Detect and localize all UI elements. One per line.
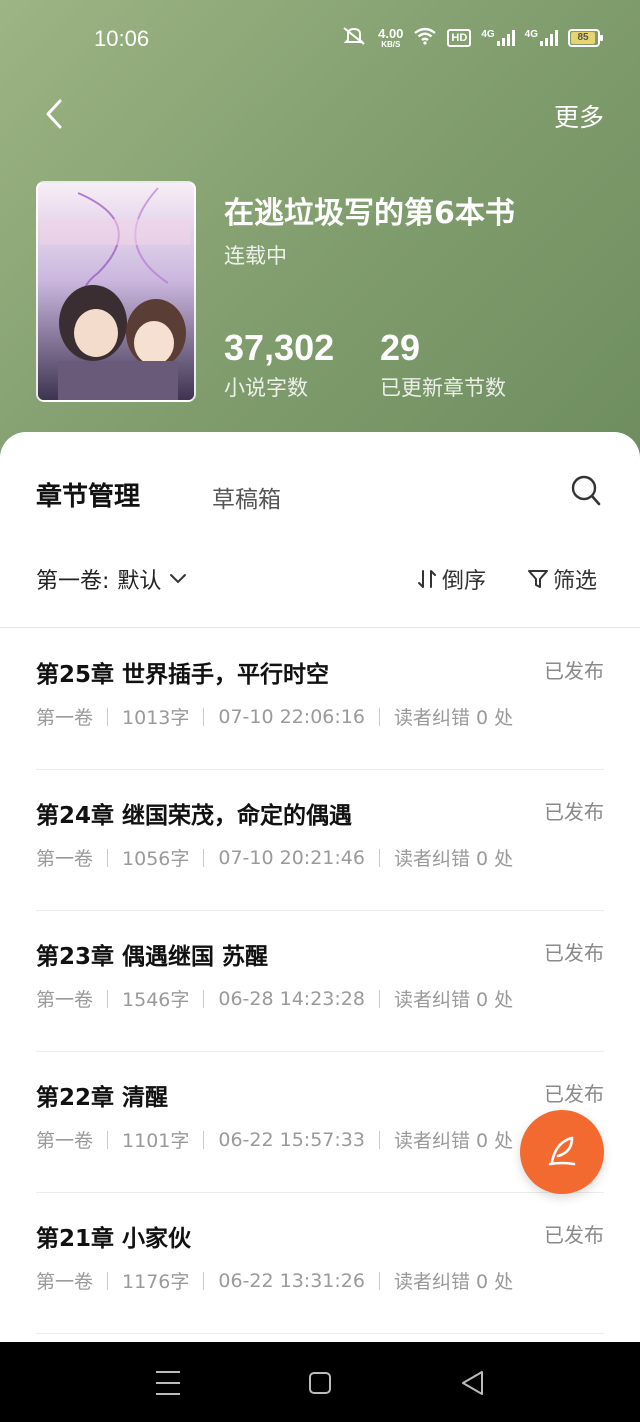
chapter-error-count: 读者纠错 0 处 bbox=[393, 1271, 514, 1293]
more-button[interactable]: 更多 bbox=[554, 98, 604, 134]
search-icon bbox=[571, 475, 601, 506]
chapter-row[interactable]: 第24章 继国荣茂，命定的偶遇 已发布 第一卷 1056字 07-10 20:2… bbox=[36, 770, 604, 911]
chapter-volume: 第一卷 bbox=[36, 848, 94, 870]
chapter-word-count: 1013字 bbox=[122, 707, 190, 729]
chapter-title: 第25章 世界插手，平行时空 bbox=[36, 662, 330, 688]
chapter-volume: 第一卷 bbox=[36, 1130, 94, 1152]
book-title: 在逃垃圾写的第6本书 bbox=[224, 196, 515, 231]
hd-voice-icon: HD bbox=[447, 28, 472, 47]
filter-label: 筛选 bbox=[553, 569, 598, 594]
chapter-count-label: 已更新章节数 bbox=[380, 376, 506, 400]
chapter-word-count: 1546字 bbox=[122, 989, 190, 1011]
chapter-count-value: 29 bbox=[380, 327, 421, 368]
chapter-volume: 第一卷 bbox=[36, 989, 94, 1011]
tab-drafts[interactable]: 草稿箱 bbox=[212, 480, 281, 514]
divider bbox=[0, 627, 640, 628]
mute-icon bbox=[342, 26, 368, 49]
volume-value: 默认 bbox=[117, 569, 162, 594]
chapter-status: 已发布 bbox=[544, 1223, 604, 1247]
sort-label: 倒序 bbox=[442, 569, 487, 594]
status-icons: 4.00 KB/S HD 4G 4G 85 bbox=[342, 26, 603, 49]
chapter-row[interactable]: 第21章 小家伙 已发布 第一卷 1176字 06-22 13:31:26 读者… bbox=[36, 1193, 604, 1334]
battery-level: 85 bbox=[571, 31, 595, 44]
chapter-title: 第23章 偶遇继国 苏醒 bbox=[36, 944, 269, 970]
network-type: 4G bbox=[481, 28, 495, 40]
chapter-volume: 第一卷 bbox=[36, 1271, 94, 1293]
chapter-status: 已发布 bbox=[544, 1082, 604, 1106]
chapter-meta: 第一卷 1101字 06-22 15:57:33 读者纠错 0 处 bbox=[36, 1126, 513, 1153]
chapter-status: 已发布 bbox=[544, 941, 604, 965]
menu-icon[interactable] bbox=[156, 1371, 180, 1395]
filter-button[interactable]: 筛选 bbox=[527, 563, 597, 595]
chapter-error-count: 读者纠错 0 处 bbox=[393, 848, 514, 870]
chapter-meta: 第一卷 1546字 06-28 14:23:28 读者纠错 0 处 bbox=[36, 985, 513, 1012]
clock: 10:06 bbox=[94, 26, 150, 51]
net-speed: 4.00 KB/S bbox=[378, 27, 403, 49]
chapter-meta: 第一卷 1013字 07-10 22:06:16 读者纠错 0 处 bbox=[36, 703, 513, 730]
chevron-down-icon bbox=[170, 574, 187, 584]
chapter-word-count: 1101字 bbox=[122, 1130, 190, 1152]
chapter-word-count: 1176字 bbox=[122, 1271, 190, 1293]
chapter-timestamp: 06-22 13:31:26 bbox=[218, 1269, 365, 1292]
net-speed-value: 4.00 bbox=[378, 25, 404, 41]
sort-button[interactable]: 倒序 bbox=[416, 563, 486, 595]
chapter-title: 第24章 继国荣茂，命定的偶遇 bbox=[36, 803, 353, 829]
wifi-icon bbox=[413, 27, 437, 48]
net-speed-unit: KB/S bbox=[381, 39, 401, 49]
chapter-title: 第21章 小家伙 bbox=[36, 1226, 192, 1252]
status-bar: 10:06 4.00 KB/S HD 4G 4G 85 bbox=[0, 0, 640, 80]
chapter-timestamp: 06-28 14:23:28 bbox=[218, 987, 365, 1010]
chapter-count-stat: 29 已更新章节数 bbox=[380, 328, 506, 402]
quill-pen-icon bbox=[548, 1136, 576, 1166]
write-chapter-button[interactable] bbox=[520, 1110, 604, 1194]
back-triangle-icon[interactable] bbox=[462, 1371, 483, 1395]
chapter-meta: 第一卷 1056字 07-10 20:21:46 读者纠错 0 处 bbox=[36, 844, 513, 871]
network-type-2: 4G bbox=[524, 28, 538, 40]
chapter-meta: 第一卷 1176字 06-22 13:31:26 读者纠错 0 处 bbox=[36, 1267, 513, 1294]
chapter-volume: 第一卷 bbox=[36, 707, 94, 729]
signal-icon-2: 4G bbox=[524, 28, 558, 46]
chapter-timestamp: 07-10 20:21:46 bbox=[218, 846, 365, 869]
word-count-stat: 37,302 小说字数 bbox=[224, 328, 334, 402]
cover-illustration bbox=[38, 183, 194, 400]
chapter-timestamp: 06-22 15:57:33 bbox=[218, 1128, 365, 1151]
signal-icon: 4G bbox=[481, 28, 515, 46]
chapter-error-count: 读者纠错 0 处 bbox=[393, 707, 514, 729]
volume-selector[interactable]: 第一卷: 默认 bbox=[36, 563, 187, 595]
tab-chapter-management[interactable]: 章节管理 bbox=[36, 476, 140, 513]
chapter-row[interactable]: 第25章 世界插手，平行时空 已发布 第一卷 1013字 07-10 22:06… bbox=[36, 629, 604, 770]
chapter-status: 已发布 bbox=[544, 800, 604, 824]
chapter-word-count: 1056字 bbox=[122, 848, 190, 870]
chapter-error-count: 读者纠错 0 处 bbox=[393, 1130, 514, 1152]
book-header: 10:06 4.00 KB/S HD 4G 4G 85 更多 在逃垃圾写的第6本… bbox=[0, 0, 640, 470]
word-count-value: 37,302 bbox=[224, 327, 335, 368]
book-cover[interactable] bbox=[36, 181, 196, 402]
volume-prefix: 第一卷: bbox=[36, 569, 110, 594]
chapter-row[interactable]: 第22章 清醒 已发布 第一卷 1101字 06-22 15:57:33 读者纠… bbox=[36, 1052, 604, 1193]
battery-icon: 85 bbox=[568, 28, 603, 47]
back-chevron-icon bbox=[46, 99, 62, 129]
back-button[interactable] bbox=[42, 96, 72, 132]
system-nav-bar bbox=[0, 1342, 640, 1422]
book-serial-status: 连载中 bbox=[224, 244, 287, 268]
chapter-row[interactable]: 第23章 偶遇继国 苏醒 已发布 第一卷 1546字 06-28 14:23:2… bbox=[36, 911, 604, 1052]
word-count-label: 小说字数 bbox=[224, 376, 308, 400]
chapter-timestamp: 07-10 22:06:16 bbox=[218, 705, 365, 728]
chapter-status: 已发布 bbox=[544, 659, 604, 683]
filter-funnel-icon bbox=[528, 570, 548, 588]
search-button[interactable] bbox=[570, 474, 602, 508]
home-icon[interactable] bbox=[309, 1372, 331, 1394]
sort-arrows-icon bbox=[418, 570, 436, 588]
chapter-error-count: 读者纠错 0 处 bbox=[393, 989, 514, 1011]
chapter-title: 第22章 清醒 bbox=[36, 1085, 169, 1111]
